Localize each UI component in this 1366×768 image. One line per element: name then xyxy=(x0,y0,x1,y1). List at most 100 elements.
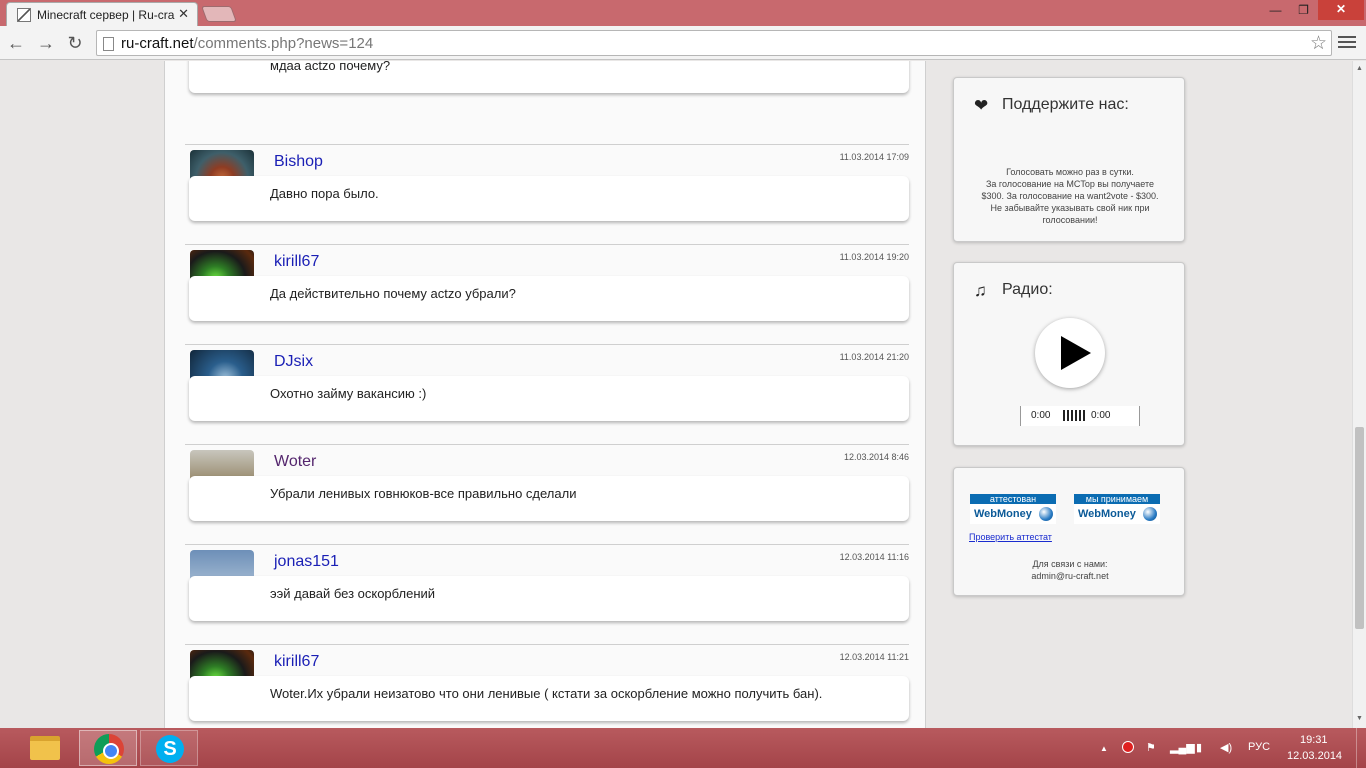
page-icon xyxy=(103,37,114,51)
page-favicon-icon xyxy=(17,8,31,22)
scroll-down-arrow-icon[interactable]: ▼ xyxy=(1356,715,1363,722)
radio-title: Радио: xyxy=(1002,281,1053,298)
network-signal-icon[interactable]: ▂▄▆ xyxy=(1170,741,1195,754)
tab-close-icon[interactable]: ✕ xyxy=(178,6,189,22)
back-arrow-icon[interactable]: ← xyxy=(5,32,27,54)
comment-date: 11.03.2014 19:20 xyxy=(839,252,909,262)
comment-date: 12.03.2014 11:21 xyxy=(839,652,909,662)
badge-caption: аттестован xyxy=(970,494,1056,504)
taskbar-skype[interactable]: S xyxy=(140,730,198,766)
language-indicator[interactable]: РУС xyxy=(1248,741,1270,753)
comment-item: jonas151 12.03.2014 11:16 ээй давай без … xyxy=(185,544,909,644)
comment-author-link[interactable]: Woter xyxy=(274,453,316,471)
payment-panel: аттестован WebMoney мы принимаем WebMone… xyxy=(953,467,1185,596)
tab-title: Minecraft сервер | Ru-cra xyxy=(37,8,175,22)
show-hidden-icons-icon[interactable]: ▲ xyxy=(1100,744,1108,753)
support-line: $300. За голосование на want2vote - $300… xyxy=(981,191,1159,201)
play-icon xyxy=(1061,336,1091,370)
contact-email[interactable]: admin@ru-craft.net xyxy=(964,570,1176,582)
comment-text: Woter.Их убрали неизатово что они ленивы… xyxy=(270,686,823,701)
comment-item: Bishop 11.03.2014 17:09 Давно пора было. xyxy=(185,144,909,244)
scroll-up-arrow-icon[interactable]: ▲ xyxy=(1356,65,1363,72)
contact-info: Для связи с нами: admin@ru-craft.net xyxy=(964,558,1176,582)
verify-attestat-link[interactable]: Проверить аттестат xyxy=(969,532,1052,542)
chrome-icon xyxy=(94,734,124,764)
volume-bars-icon[interactable] xyxy=(1063,410,1085,421)
chrome-menu-icon[interactable] xyxy=(1338,33,1356,51)
clock-date[interactable]: 12.03.2014 xyxy=(1287,750,1342,762)
support-line: голосовании! xyxy=(1042,215,1098,225)
webmoney-globe-icon xyxy=(1039,507,1053,521)
close-window-button[interactable]: ✕ xyxy=(1318,0,1364,20)
taskbar-file-explorer[interactable] xyxy=(16,730,74,766)
minimize-button[interactable]: — xyxy=(1262,0,1289,20)
current-time: 0:00 xyxy=(1031,410,1051,421)
support-panel: ❤ Поддержите нас: Голосовать можно раз в… xyxy=(953,77,1185,242)
minimize-icon: — xyxy=(1269,3,1282,17)
play-button[interactable] xyxy=(1035,318,1105,388)
webmoney-accept-badge[interactable]: мы принимаем WebMoney xyxy=(1074,494,1160,524)
taskbar-chrome[interactable] xyxy=(79,730,137,766)
comments-column: melnikov мдаа actzo почему? Bishop 11.03… xyxy=(164,61,926,728)
comment-text: мдаа actzo почему? xyxy=(270,61,391,73)
comment-bubble: Woter.Их убрали неизатово что они ленивы… xyxy=(189,676,909,721)
comment-item: kirill67 11.03.2014 19:20 Да действитель… xyxy=(185,244,909,344)
url-text[interactable]: ru-craft.net/comments.php?news=124 xyxy=(121,35,373,52)
support-line: Не забывайте указывать свой ник при xyxy=(990,203,1150,213)
folder-icon xyxy=(30,736,60,760)
blocked-icon[interactable] xyxy=(1122,741,1134,753)
browser-title-bar: Minecraft сервер | Ru-cra ✕ — ❐ ✕ xyxy=(0,0,1366,26)
comment-text: ээй давай без оскорблений xyxy=(270,586,436,601)
comment-text: Охотно займу вакансию :) xyxy=(270,386,427,401)
action-center-flag-icon[interactable]: ⚑ xyxy=(1146,741,1156,754)
forward-arrow-icon[interactable]: → xyxy=(35,32,57,54)
comment-bubble: Убрали ленивых говнюков-все правильно сд… xyxy=(189,476,909,521)
support-text: Голосовать можно раз в сутки. За голосов… xyxy=(964,166,1176,226)
clock-time[interactable]: 19:31 xyxy=(1300,734,1328,746)
comment-date: 11.03.2014 21:20 xyxy=(839,352,909,362)
comment-author-link[interactable]: kirill67 xyxy=(274,653,319,671)
scrollbar-thumb[interactable] xyxy=(1355,427,1364,629)
comment-item: Woter 12.03.2014 8:46 Убрали ленивых гов… xyxy=(185,444,909,544)
browser-toolbar: ← → ↻ ru-craft.net/comments.php?news=124… xyxy=(0,26,1366,60)
url-path: /comments.php?news=124 xyxy=(193,35,374,52)
support-line: За голосование на MCTop вы получаете xyxy=(985,179,1155,189)
support-line: Голосовать можно раз в сутки. xyxy=(1006,167,1134,177)
comment-date: 12.03.2014 8:46 xyxy=(843,452,909,462)
comment-author-link[interactable]: kirill67 xyxy=(274,253,319,271)
show-desktop-button[interactable] xyxy=(1356,728,1366,768)
address-bar[interactable]: ru-craft.net/comments.php?news=124 ☆ xyxy=(96,30,1332,56)
comment-text: Давно пора было. xyxy=(270,186,379,201)
url-host: ru-craft.net xyxy=(121,35,194,52)
maximize-button[interactable]: ❐ xyxy=(1290,0,1317,20)
new-tab-button[interactable] xyxy=(201,6,237,22)
comment-author-link[interactable]: Bishop xyxy=(274,153,323,171)
webmoney-attested-badge[interactable]: аттестован WebMoney xyxy=(970,494,1056,524)
comment-item: melnikov мдаа actzo почему? xyxy=(185,61,909,116)
comment-item: kirill67 12.03.2014 11:21 Woter.Их убрал… xyxy=(185,644,909,728)
comment-bubble: Охотно займу вакансию :) xyxy=(189,376,909,421)
reload-icon[interactable]: ↻ xyxy=(64,32,86,54)
audio-player-bar[interactable]: 0:00 0:00 xyxy=(1020,406,1140,426)
page-scrollbar[interactable]: ▲ ▼ xyxy=(1352,61,1366,728)
close-icon: ✕ xyxy=(1335,2,1347,16)
comment-author-link[interactable]: DJsix xyxy=(274,353,313,371)
skype-icon: S xyxy=(156,735,184,763)
heart-icon: ❤ xyxy=(974,96,989,115)
browser-tab-active[interactable]: Minecraft сервер | Ru-cra ✕ xyxy=(6,2,198,26)
music-note-icon: ♫ xyxy=(974,281,987,300)
comment-author-link[interactable]: jonas151 xyxy=(274,553,339,571)
speaker-icon[interactable]: ◀) xyxy=(1220,741,1232,754)
comment-item: DJsix 11.03.2014 21:20 Охотно займу вака… xyxy=(185,344,909,444)
battery-icon[interactable]: ▮ xyxy=(1196,741,1202,754)
badge-caption: мы принимаем xyxy=(1074,494,1160,504)
comment-bubble: мдаа actzo почему? xyxy=(189,61,909,93)
support-title: Поддержите нас: xyxy=(1002,96,1129,113)
restore-icon: ❐ xyxy=(1298,3,1309,17)
windows-taskbar: S ▲ ⚑ ▂▄▆ ▮ ◀) РУС 19:31 12.03.2014 xyxy=(0,728,1366,768)
comment-date: 11.03.2014 17:09 xyxy=(839,152,909,162)
comment-bubble: Да действительно почему actzo убрали? xyxy=(189,276,909,321)
comment-text: Да действительно почему actzo убрали? xyxy=(270,286,516,301)
bookmark-star-icon[interactable]: ☆ xyxy=(1310,32,1327,55)
webmoney-globe-icon xyxy=(1143,507,1157,521)
